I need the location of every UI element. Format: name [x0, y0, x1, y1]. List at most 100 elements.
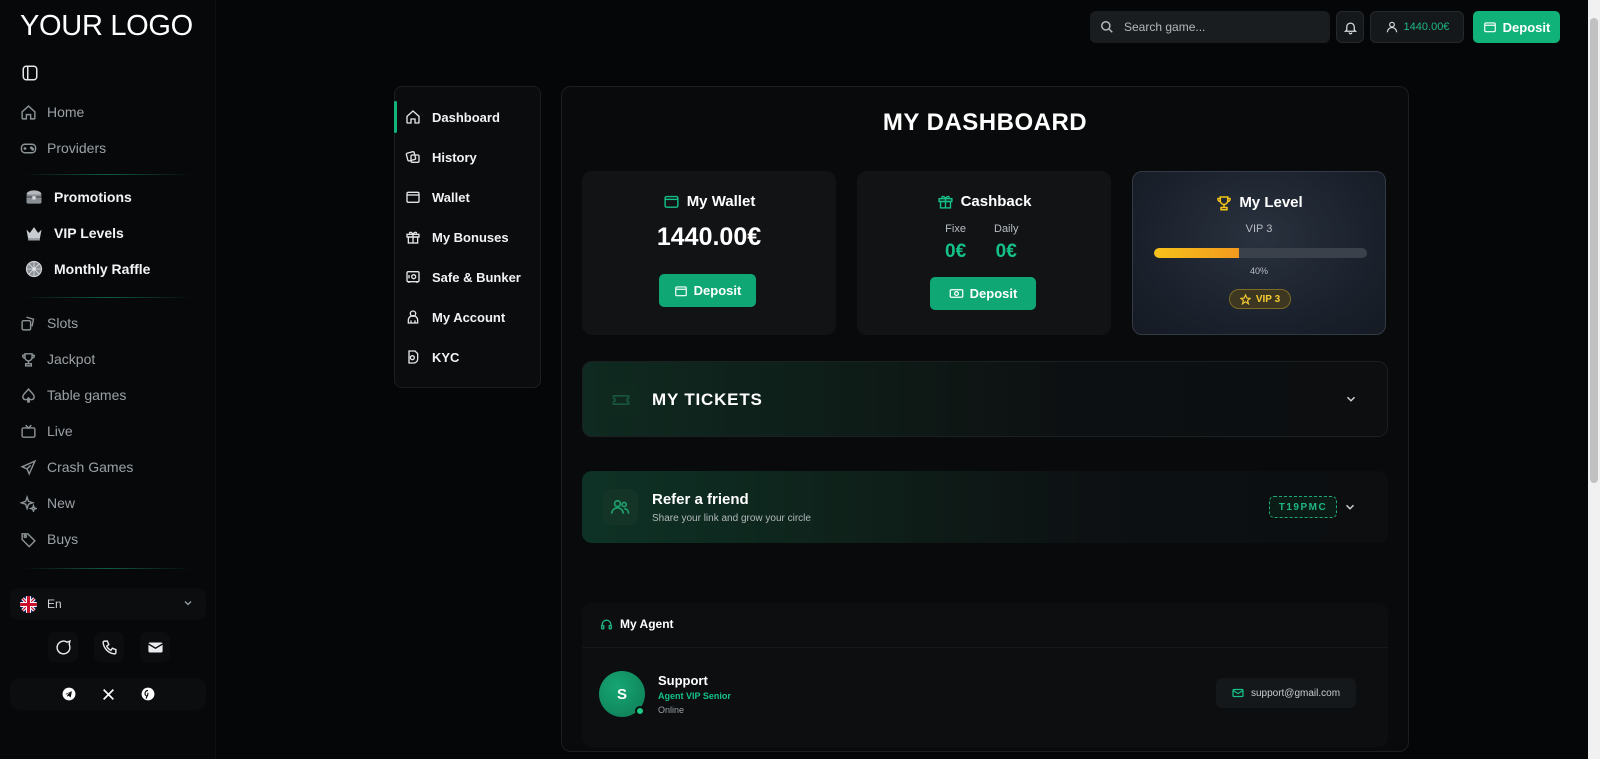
- refer-subtitle: Share your link and grow your circle: [652, 513, 811, 524]
- sidebar-item-table-games[interactable]: Table games: [20, 384, 126, 406]
- sidebar-item-label: VIP Levels: [54, 225, 124, 241]
- menu-item-label: KYC: [432, 349, 460, 365]
- user-icon: [1385, 20, 1399, 34]
- chevron-down-icon[interactable]: [1343, 500, 1357, 514]
- referral-code[interactable]: T19PMC: [1269, 496, 1337, 518]
- sidebar-item-live[interactable]: Live: [20, 420, 73, 442]
- sidebar-item-slots[interactable]: Slots: [20, 312, 78, 334]
- my-agent-section: My Agent S Support Agent VIP Senior Onli…: [582, 603, 1388, 747]
- pinterest-icon[interactable]: [141, 687, 155, 701]
- deposit-label: Deposit: [693, 283, 742, 298]
- level-title-label: My Level: [1239, 194, 1303, 211]
- logo[interactable]: YOUR LOGO: [20, 10, 193, 43]
- user-icon: [405, 309, 421, 325]
- chat-button[interactable]: [48, 632, 78, 662]
- tv-icon: [20, 423, 37, 440]
- refer-friend-accordion[interactable]: Refer a friend Share your link and grow …: [582, 471, 1388, 543]
- divider: [22, 297, 192, 298]
- wallet-title-label: My Wallet: [686, 193, 756, 210]
- sidebar-item-jackpot[interactable]: Jackpot: [20, 348, 95, 370]
- wallet-amount: 1440.00€: [656, 223, 762, 251]
- menu-item-wallet[interactable]: Wallet: [405, 187, 470, 207]
- sidebar-item-new[interactable]: New: [20, 492, 75, 514]
- home-icon: [20, 104, 37, 121]
- cashback-deposit-button[interactable]: Deposit: [930, 277, 1036, 310]
- avatar-initial: S: [616, 685, 627, 703]
- menu-item-my-account[interactable]: My Account: [405, 307, 505, 327]
- menu-item-history[interactable]: History: [405, 147, 477, 167]
- divider: [22, 174, 192, 175]
- home-icon: [405, 109, 421, 125]
- cashback-daily-value: 0€: [995, 241, 1017, 262]
- menu-item-safe-bunker[interactable]: Safe & Bunker: [405, 267, 521, 287]
- sidebar-toggle-icon[interactable]: [21, 64, 39, 82]
- spade-icon: [20, 387, 37, 404]
- sidebar-item-buys[interactable]: Buys: [20, 528, 78, 550]
- sidebar-item-providers[interactable]: Providers: [20, 137, 106, 159]
- balance-button[interactable]: 1440.00€: [1370, 11, 1464, 43]
- sidebar-item-crash-games[interactable]: Crash Games: [20, 456, 133, 478]
- tickets-title: MY TICKETS: [652, 390, 763, 409]
- x-twitter-icon[interactable]: [102, 688, 115, 701]
- plane-icon: [20, 459, 37, 476]
- cashback-daily-label: Daily: [994, 223, 1019, 235]
- wallet-deposit-button[interactable]: Deposit: [659, 274, 756, 307]
- wallet-icon: [405, 189, 421, 205]
- level-progress-bar: [1154, 248, 1367, 258]
- chevron-down-icon[interactable]: [1344, 392, 1358, 406]
- mail-icon: [147, 639, 164, 656]
- search-icon: [1100, 20, 1114, 34]
- star-icon: [1239, 293, 1251, 305]
- language-selector[interactable]: En: [10, 588, 206, 620]
- gamepad-icon: [20, 140, 37, 157]
- search-bar[interactable]: [1090, 11, 1330, 43]
- level-card-title: My Level: [1133, 194, 1385, 211]
- wallet-icon: [663, 193, 680, 210]
- page-scrollbar[interactable]: [1588, 0, 1600, 759]
- menu-item-kyc[interactable]: KYC: [405, 347, 459, 367]
- menu-item-label: Safe & Bunker: [432, 269, 521, 285]
- my-tickets-accordion[interactable]: MY TICKETS: [582, 361, 1388, 437]
- ticket-icon: [603, 382, 639, 418]
- deposit-label: Deposit: [1502, 19, 1551, 35]
- scrollbar-thumb[interactable]: [1590, 18, 1598, 483]
- chevron-down-icon: [182, 597, 194, 609]
- agent-email: support@gmail.com: [1250, 687, 1341, 699]
- menu-item-label: My Account: [432, 309, 506, 325]
- sidebar-item-label: Monthly Raffle: [54, 261, 151, 277]
- menu-item-label: History: [432, 149, 477, 165]
- menu-item-my-bonuses[interactable]: My Bonuses: [405, 227, 509, 247]
- sparkles-icon: [20, 494, 37, 512]
- account-menu: Dashboard History Wallet My Bonuses Safe…: [394, 86, 541, 388]
- sidebar-item-label: Home: [47, 104, 85, 120]
- agent-status: Online: [658, 705, 685, 715]
- agent-section-label: My Agent: [620, 617, 674, 631]
- sidebar-item-monthly-raffle[interactable]: Monthly Raffle: [24, 258, 150, 280]
- slots-icon: [20, 315, 37, 332]
- divider: [582, 647, 1388, 648]
- crown-icon: [24, 223, 44, 243]
- menu-item-dashboard[interactable]: Dashboard: [405, 107, 500, 127]
- sidebar-item-promotions[interactable]: Promotions: [24, 186, 132, 208]
- language-label: En: [47, 597, 62, 611]
- dashboard-panel: MY DASHBOARD My Wallet 1440.00€ Deposit …: [561, 86, 1409, 752]
- trophy-icon: [20, 351, 37, 368]
- page-title: MY DASHBOARD: [882, 109, 1088, 136]
- deposit-button[interactable]: Deposit: [1473, 11, 1560, 43]
- cash-icon: [949, 286, 964, 301]
- sidebar-item-vip-levels[interactable]: VIP Levels: [24, 222, 124, 244]
- headset-icon: [600, 618, 613, 631]
- sidebar-item-home[interactable]: Home: [20, 101, 84, 123]
- sidebar-item-label: Promotions: [54, 189, 132, 205]
- online-status-dot: [635, 706, 645, 716]
- cashback-fixe: Fixe 0€: [945, 223, 966, 263]
- sidebar-item-label: Live: [47, 423, 73, 439]
- uk-flag-icon: [20, 595, 37, 613]
- phone-button[interactable]: [94, 632, 124, 662]
- email-button[interactable]: [140, 632, 170, 662]
- notifications-button[interactable]: [1336, 11, 1364, 43]
- telegram-icon[interactable]: [62, 687, 76, 701]
- search-input[interactable]: [1124, 20, 1314, 34]
- agent-email-button[interactable]: support@gmail.com: [1216, 678, 1356, 708]
- social-links: [10, 678, 206, 710]
